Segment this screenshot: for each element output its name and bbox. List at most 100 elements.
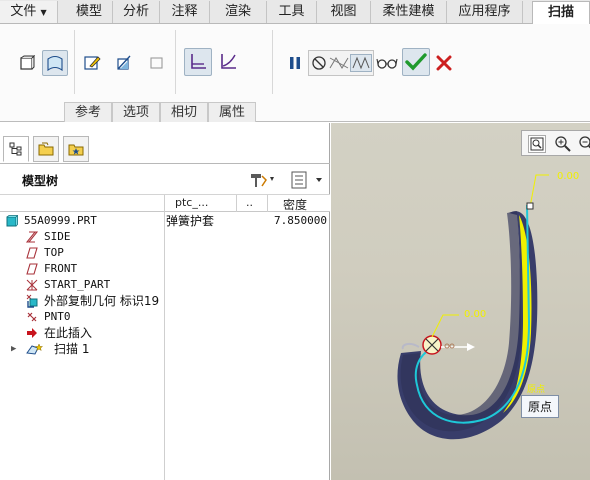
- dim-leader-top: [529, 174, 549, 208]
- tree-item-label: START_PART: [44, 278, 111, 291]
- swept-surface-left: [400, 211, 521, 432]
- ok-button[interactable]: [402, 48, 430, 76]
- show-menu-button[interactable]: [289, 170, 327, 190]
- surface-button[interactable]: [42, 50, 68, 76]
- subtab-properties[interactable]: 属性: [208, 102, 256, 122]
- tab-render[interactable]: 渲染: [210, 1, 267, 23]
- origin-label-small: 原点: [527, 385, 546, 395]
- tab-sweep[interactable]: 扫描: [532, 1, 590, 25]
- part-name: 55A0999.PRT: [24, 214, 97, 227]
- tab-favorites[interactable]: [63, 136, 89, 162]
- tab-tools[interactable]: 工具: [267, 1, 317, 23]
- tab-label: 注释: [171, 4, 198, 19]
- part-param-value: 弹簧护套: [166, 214, 215, 228]
- tab-analysis[interactable]: 分析: [113, 1, 160, 23]
- tree-row-insert-here[interactable]: 在此插入: [0, 325, 330, 341]
- list-options-icon: [291, 171, 322, 189]
- tab-flexible-modeling[interactable]: 柔性建模: [371, 1, 447, 23]
- tab-label: 扫描: [547, 5, 574, 20]
- tab-view[interactable]: 视图: [317, 1, 371, 23]
- pause-button[interactable]: [282, 50, 308, 76]
- graphics-viewport[interactable]: 0.00 0.00 原点 原点: [331, 123, 590, 480]
- tree-row-pnt0[interactable]: PNT0: [0, 309, 330, 325]
- checkmark-icon: [405, 53, 427, 71]
- tree-item-label: 外部复制几何 标识19: [44, 294, 160, 308]
- tab-label: 分析: [122, 4, 149, 19]
- remove-material-button[interactable]: [111, 50, 137, 76]
- file-menu-button[interactable]: 文件 ▼: [0, 1, 58, 23]
- tab-annotate[interactable]: 注释: [160, 1, 210, 23]
- cancel-button[interactable]: [431, 50, 457, 76]
- tree-item-label: 在此插入: [44, 326, 93, 340]
- verify-mode-button[interactable]: [374, 50, 400, 76]
- subtab-tangency[interactable]: 相切: [160, 102, 208, 122]
- subtab-references[interactable]: 参考: [64, 102, 112, 122]
- insert-here-arrow-icon: [27, 328, 37, 338]
- tree-row-top[interactable]: TOP: [0, 245, 330, 261]
- file-menu-label: 文件: [10, 4, 37, 19]
- tree-item-label: PNT0: [44, 310, 71, 323]
- tree-row-front[interactable]: FRONT: [0, 261, 330, 277]
- datum-plane-icon: [26, 263, 38, 275]
- thicken-icon: [150, 57, 163, 69]
- tree-row-start-part[interactable]: START_PART: [0, 277, 330, 293]
- coordinate-system-icon: [26, 279, 38, 291]
- subtab-label: 选项: [122, 105, 149, 120]
- subtab-options[interactable]: 选项: [112, 102, 160, 122]
- surface-icon: [47, 55, 63, 72]
- tab-folder-browser[interactable]: [33, 136, 59, 162]
- tab-model-tree[interactable]: [3, 136, 29, 162]
- create-section-button[interactable]: [79, 50, 105, 76]
- constant-section-button[interactable]: [184, 48, 212, 76]
- tree-column-header: ptc_... .. 密度: [0, 195, 330, 212]
- tree-item-label: SIDE: [44, 230, 71, 243]
- tree-row-side[interactable]: SIDE: [0, 229, 330, 245]
- model-tree-header: 模型树: [0, 163, 330, 195]
- tab-label: 工具: [278, 4, 305, 19]
- variable-section-button[interactable]: [214, 48, 242, 76]
- glasses-icon: [376, 58, 398, 69]
- ribbon-tab-bar: 文件 ▼ 模型 分析 注释 渲染 工具 视图 柔性建模 应用程序 扫描: [0, 0, 590, 25]
- thicken-button[interactable]: [143, 50, 169, 76]
- settings-button[interactable]: [248, 171, 278, 189]
- tree-row-sweep[interactable]: ▶ 扫描 1: [0, 341, 330, 357]
- surface-edge-light: [401, 342, 420, 350]
- sweep-dashboard: 参考 选项 相切 属性: [0, 24, 590, 122]
- column-dots[interactable]: ..: [246, 196, 253, 209]
- subtab-label: 属性: [218, 105, 245, 120]
- tree-row-part[interactable]: 55A0999.PRT 弹簧护套 7.850000: [0, 213, 330, 229]
- tab-model[interactable]: 模型: [66, 1, 113, 23]
- solid-button[interactable]: [14, 50, 40, 76]
- column-density[interactable]: 密度: [283, 196, 307, 213]
- column-param[interactable]: ptc_...: [175, 196, 208, 209]
- preview-group: [308, 50, 374, 76]
- navigator-panel: 模型树 ptc_... .. 密度 55A0999.PRT 弹簧护套 7.850…: [0, 123, 330, 480]
- preview-geometry-icon[interactable]: [350, 54, 372, 72]
- constant-section-icon: [191, 54, 206, 69]
- remove-material-icon: [117, 55, 131, 70]
- close-icon: [436, 55, 452, 71]
- favorites-icon: [68, 144, 84, 156]
- chevron-down-icon: ▼: [40, 8, 47, 17]
- tab-label: 应用程序: [458, 4, 511, 19]
- tree-row-copy-geometry[interactable]: 外部复制几何 标识19: [0, 293, 330, 309]
- dimension-top[interactable]: 0.00: [557, 171, 579, 182]
- variable-section-icon: [221, 54, 236, 69]
- tree-item-label: 扫描 1: [54, 342, 90, 356]
- expand-arrow-icon[interactable]: ▶: [11, 341, 16, 357]
- origin-tooltip: 原点: [521, 395, 560, 418]
- tab-label: 柔性建模: [382, 4, 435, 19]
- tools-icon: [251, 174, 274, 187]
- sweep-model-preview: [397, 174, 549, 440]
- model-tree-title: 模型树: [22, 174, 59, 188]
- tree-icon: [9, 142, 22, 156]
- copy-geometry-icon: [26, 294, 38, 308]
- tree-item-label: FRONT: [44, 262, 78, 275]
- tab-applications[interactable]: 应用程序: [447, 1, 523, 23]
- solid-icon: [20, 55, 35, 70]
- dim-leader-mid: [431, 314, 459, 338]
- no-preview-icon[interactable]: [310, 54, 328, 72]
- dimension-mid[interactable]: 0.00: [464, 309, 486, 320]
- tree-item-label: TOP: [44, 246, 64, 259]
- preview-mesh-icon[interactable]: [328, 54, 350, 72]
